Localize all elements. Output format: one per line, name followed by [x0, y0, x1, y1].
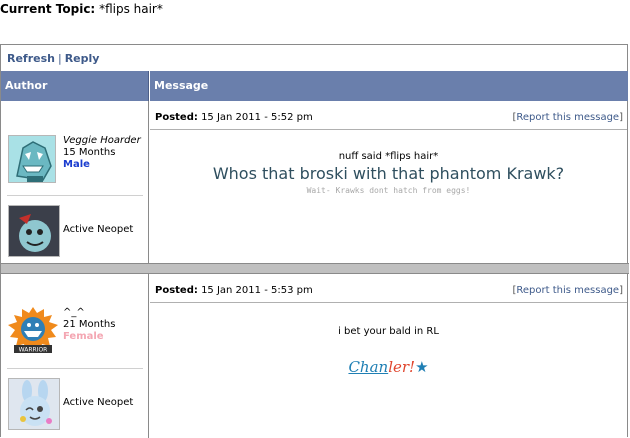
active-neopet-image[interactable]	[8, 378, 60, 430]
reply-link[interactable]: Reply	[65, 52, 100, 65]
post-header: Posted: 15 Jan 2011 - 5:53 pm [Report th…	[150, 279, 627, 303]
post-message-cell: Posted: 15 Jan 2011 - 5:53 pm [Report th…	[150, 274, 627, 438]
user-info: Veggie Hoarder 15 Months Male	[63, 135, 141, 171]
report-message-link[interactable]: Report this message	[516, 112, 619, 123]
refresh-link[interactable]: Refresh	[7, 52, 55, 65]
author-divider	[7, 368, 143, 369]
post-separator	[1, 263, 629, 274]
post-body-line: i bet your bald in RL	[338, 326, 439, 337]
active-neopet-label: Active Neopet	[63, 397, 134, 408]
toolbar-separator: |	[57, 52, 62, 65]
report-bracket-close: ]	[619, 285, 623, 296]
topic-label: Current Topic:	[0, 2, 96, 16]
username[interactable]: Veggie Hoarder	[63, 135, 141, 147]
post-author-cell: WARRIOR ^_^ 21 Months Female Active Neop…	[1, 274, 149, 438]
message-column-header: Message	[150, 71, 628, 101]
user-gender: Male	[63, 159, 90, 170]
active-neopet-label: Active Neopet	[63, 224, 134, 235]
report-bracket-close: ]	[619, 112, 623, 123]
post-header: Posted: 15 Jan 2011 - 5:52 pm [Report th…	[150, 106, 627, 130]
user-gender: Female	[63, 331, 104, 342]
post-body-small: Wait- Krawks dont hatch from eggs!	[306, 186, 471, 195]
post-body-line: nuff said *flips hair*	[338, 151, 439, 162]
report-wrapper: [Report this message]	[512, 106, 623, 130]
posted-label: Posted:	[155, 112, 198, 123]
post-date: 15 Jan 2011 - 5:52 pm	[201, 112, 313, 123]
post-body-headline: Whos that broski with that phantom Krawk…	[212, 164, 565, 183]
username[interactable]: ^_^	[63, 307, 115, 319]
user-avatar-warrior[interactable]: WARRIOR	[8, 307, 58, 357]
message-board: Refresh | Reply Author Message Veggie Hoar…	[0, 44, 629, 438]
account-age: 21 Months	[63, 319, 116, 330]
svg-text:WARRIOR: WARRIOR	[19, 347, 48, 354]
user-info: ^_^ 21 Months Female	[63, 307, 115, 343]
toolbar: Refresh | Reply	[7, 52, 99, 65]
signature[interactable]: Chanler!★	[150, 358, 627, 376]
active-neopet-image[interactable]	[8, 205, 60, 257]
user-avatar-ghost-krawk[interactable]	[8, 135, 56, 183]
signature-part-2[interactable]: ler!	[388, 358, 415, 376]
posted-label: Posted:	[155, 285, 198, 296]
report-wrapper: [Report this message]	[512, 279, 623, 303]
topic-title: *flips hair*	[99, 2, 163, 16]
author-divider	[7, 195, 143, 196]
post-author-cell: Veggie Hoarder 15 Months Male Active Neo…	[1, 101, 149, 263]
post-date: 15 Jan 2011 - 5:53 pm	[201, 285, 313, 296]
author-column-header: Author	[1, 71, 149, 101]
post-message-cell: Posted: 15 Jan 2011 - 5:52 pm [Report th…	[150, 101, 627, 263]
account-age: 15 Months	[63, 147, 116, 158]
star-icon: ★	[415, 358, 429, 376]
signature-part-1[interactable]: Chan	[348, 358, 388, 376]
report-message-link[interactable]: Report this message	[516, 285, 619, 296]
current-topic: Current Topic: *flips hair*	[0, 2, 163, 16]
